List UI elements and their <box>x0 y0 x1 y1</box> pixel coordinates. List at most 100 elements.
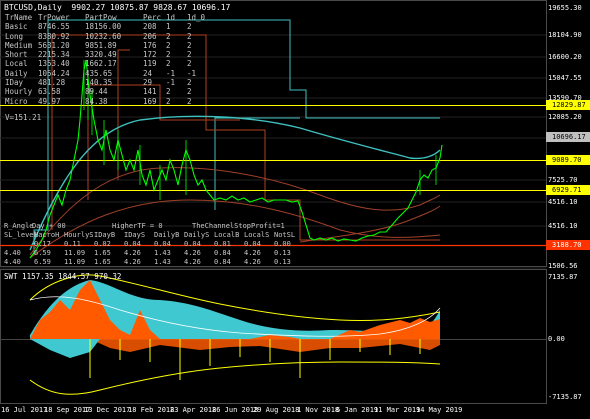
cell: 119 <box>143 59 157 69</box>
cell: Day + 00 <box>32 222 66 230</box>
cell: 0.04 <box>244 240 261 248</box>
cell: MacroH <box>34 231 60 239</box>
cell: TheChannelStopProfit=1 <box>192 222 285 230</box>
swt-indicator <box>0 274 546 395</box>
cell: 0.17 <box>34 240 51 248</box>
cell: 89.44 <box>85 87 108 97</box>
header-perc: Perc <box>143 13 162 22</box>
cell: 206 <box>143 31 157 41</box>
time-axis-label: 13 Dec 2017 <box>84 406 131 414</box>
cell: 2 <box>187 40 192 50</box>
time-axis-label: 1 Nov 2018 <box>297 406 340 414</box>
cell: 4.26 <box>244 258 261 266</box>
cell: 2 <box>187 59 192 69</box>
cell: 141 <box>143 87 157 97</box>
cell: 0.00 <box>274 240 291 248</box>
cell: 172 <box>143 50 157 60</box>
cell: 84.38 <box>85 96 108 106</box>
cell: 4.26 <box>244 249 261 257</box>
cell: 0.13 <box>274 258 291 266</box>
volatility-value: V=151.21 <box>5 113 42 122</box>
time-axis-label: 29 Aug 2018 <box>253 406 300 414</box>
cell <box>4 240 24 249</box>
time-axis-label: 23 Apr 2018 <box>170 406 217 414</box>
cell: 2 <box>187 87 192 97</box>
cell: 2 <box>187 78 192 88</box>
cell: Long <box>5 31 24 41</box>
cell: 24 <box>143 68 153 78</box>
header-trname: TrName <box>5 13 33 22</box>
indicator-axis-label: 0.00 <box>548 335 565 343</box>
cell: 1353.40 <box>38 59 70 69</box>
price-tag-3188: 3188.70 <box>552 241 582 249</box>
cell: 1.65 <box>94 249 111 257</box>
time-axis-label: 11 Mar 2019 <box>374 406 421 414</box>
indicator-axis-label: -7135.87 <box>548 393 582 401</box>
cell: -1 <box>187 68 197 78</box>
cell: 4.40 <box>4 249 21 257</box>
cell: R_Angle <box>4 222 34 230</box>
cell: 3320.49 <box>85 50 117 60</box>
cell: 4.26 <box>124 258 141 266</box>
table2-subheader: SL_level MacroH HourlyS IDayB IDayS DailyB Dai… <box>4 231 304 240</box>
cell: 4.40 <box>4 258 21 266</box>
cell: 10232.60 <box>85 31 122 41</box>
cell: HourlyS <box>64 231 94 239</box>
cell: 9851.89 <box>85 40 117 50</box>
header-1d0: 1d_0 <box>187 13 206 22</box>
time-axis-label: 14 May 2019 <box>416 406 463 414</box>
cell: 11.09 <box>64 249 86 257</box>
table-row: IDay 481.28 140.35 29 -1 2 <box>5 78 209 87</box>
cell: 2 <box>187 22 192 32</box>
cell: 11.09 <box>64 258 86 266</box>
cell: 2 <box>166 50 171 60</box>
cell: 0.84 <box>214 249 231 257</box>
cell: 4.26 <box>184 249 201 257</box>
cell: 0.04 <box>154 240 171 248</box>
cell: 1.43 <box>154 249 171 257</box>
cell: IDayB <box>94 231 116 239</box>
table-header: TrName TrPower PartPow Perc 1d 1d_0 <box>5 13 209 22</box>
cell: 1.65 <box>94 258 111 266</box>
time-axis-label: 26 Jun 2018 <box>212 406 259 414</box>
cell: 2 <box>187 31 192 41</box>
cell: Basic <box>5 22 28 32</box>
cell: 435.65 <box>85 68 113 78</box>
table-row: Long 8380.92 10232.60 206 2 2 <box>5 32 209 41</box>
cell: 2 <box>187 96 192 106</box>
table-row: Local 1353.40 1662.17 119 2 2 <box>5 59 209 68</box>
cell: Hourly <box>5 87 33 97</box>
price-tag-current: 10696.17 <box>552 133 586 141</box>
table-row: Micro 49.97 84.38 169 2 2 <box>5 97 209 106</box>
cell: Short <box>5 50 28 60</box>
cell: LocalB <box>214 231 240 239</box>
cell: 5631.20 <box>38 40 70 50</box>
cell: 4.26 <box>184 258 201 266</box>
cell: SL_level <box>4 231 38 239</box>
table-row: 4.40 6.59 11.09 1.65 4.26 1.43 4.26 0.84 4.26 0.1… <box>4 258 304 267</box>
cell: 8380.92 <box>38 31 70 41</box>
time-axis-label: 16 Jul 2017 <box>1 406 48 414</box>
cell: 6.59 <box>34 258 51 266</box>
table-row: Short 2215.34 3320.49 172 2 2 <box>5 50 209 59</box>
price-axis-label: 16600.20 <box>548 53 582 61</box>
cell: 0.01 <box>214 240 231 248</box>
indicator-axis-label: 7135.87 <box>548 273 578 281</box>
header-1d: 1d <box>166 13 176 22</box>
cell: 2 <box>166 96 171 106</box>
cell: DailyS <box>184 231 210 239</box>
header-partpow: PartPow <box>85 13 117 22</box>
cell: 0.04 <box>184 240 201 248</box>
cell: DailyB <box>154 231 180 239</box>
cell: 2 <box>166 31 171 41</box>
cell: 1054.24 <box>38 68 70 78</box>
cell: LocalS <box>244 231 270 239</box>
cell: -1 <box>166 78 176 88</box>
price-axis-label: 1506.56 <box>548 262 578 270</box>
cell: 481.28 <box>38 78 66 88</box>
price-axis-label: 4516.10 <box>548 222 578 230</box>
cell: 2 <box>166 59 171 69</box>
cell: 140.35 <box>85 78 113 88</box>
table2-header: R_Angle Day + 00 HigherTF = 0 TheChannel… <box>4 222 304 231</box>
cell: 1.43 <box>154 258 171 266</box>
